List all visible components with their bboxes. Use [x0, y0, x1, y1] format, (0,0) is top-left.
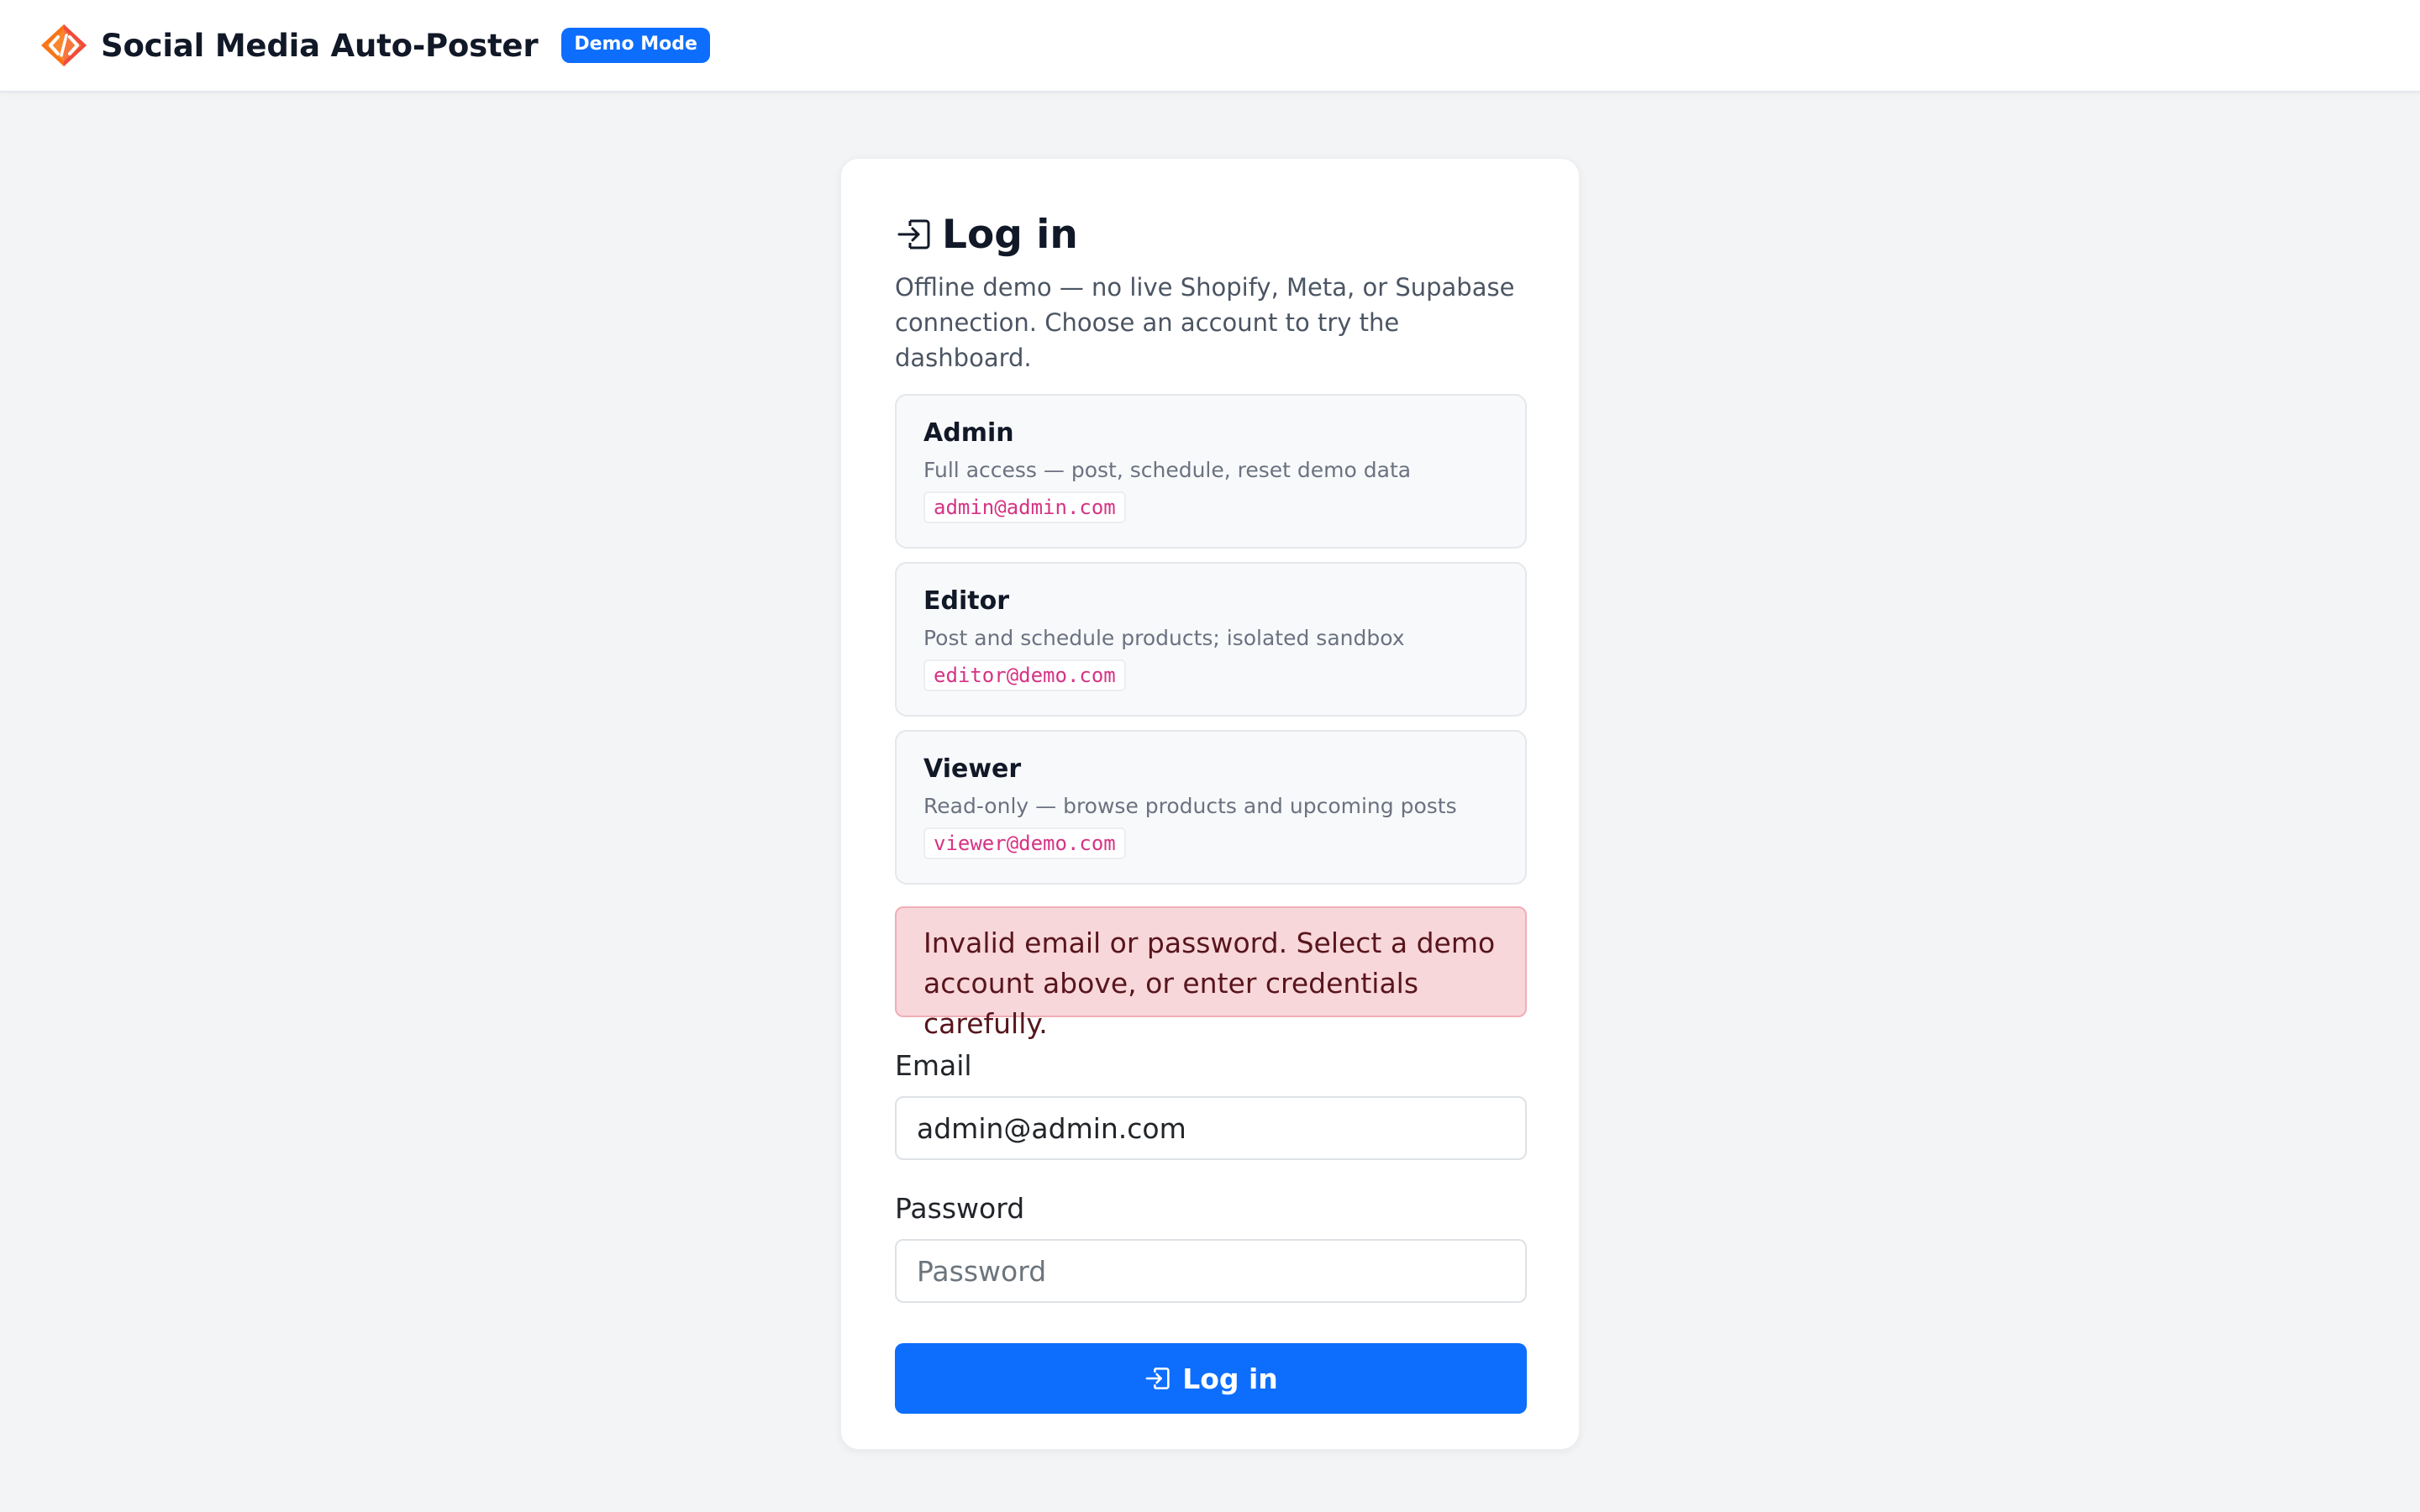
- account-name: Admin: [923, 418, 1014, 448]
- top-navbar: Social Media Auto-Poster Demo Mode: [0, 0, 2420, 92]
- demo-account-list: Admin Full access — post, schedule, rese…: [895, 394, 1527, 885]
- login-title-row: Log in: [895, 211, 1527, 258]
- account-name: Viewer: [923, 754, 1022, 784]
- login-icon: [895, 215, 934, 254]
- login-icon: [1144, 1364, 1172, 1393]
- password-label: Password: [895, 1192, 1025, 1225]
- account-email: viewer@demo.com: [923, 827, 1126, 859]
- account-description: Full access — post, schedule, reset demo…: [923, 458, 1412, 482]
- login-button-label: Log in: [1182, 1362, 1278, 1395]
- login-card-body: Log in Offline demo — no live Shopify, M…: [895, 211, 1527, 1414]
- email-label: Email: [895, 1049, 972, 1082]
- account-name: Editor: [923, 586, 1009, 616]
- login-card: Log in Offline demo — no live Shopify, M…: [840, 158, 1580, 1450]
- error-alert: Invalid email or password. Select a demo…: [895, 906, 1527, 1040]
- page-title: Log in: [942, 211, 1078, 258]
- email-field[interactable]: [895, 1096, 1527, 1160]
- code-diamond-logo-icon[interactable]: [39, 23, 89, 68]
- login-subtitle: Offline demo — no live Shopify, Meta, or…: [895, 273, 1515, 372]
- demo-account-admin[interactable]: Admin Full access — post, schedule, rese…: [895, 394, 1527, 549]
- demo-account-viewer[interactable]: Viewer Read-only — browse products and u…: [895, 730, 1527, 885]
- demo-mode-badge: Demo Mode: [561, 28, 710, 63]
- account-description: Post and schedule products; isolated san…: [923, 626, 1405, 650]
- brand-name[interactable]: Social Media Auto-Poster: [101, 28, 539, 64]
- login-button[interactable]: Log in: [895, 1343, 1527, 1414]
- account-description: Read-only — browse products and upcoming…: [923, 794, 1457, 818]
- account-email: editor@demo.com: [923, 659, 1126, 691]
- account-email: admin@admin.com: [923, 491, 1126, 523]
- password-field[interactable]: [895, 1239, 1527, 1303]
- demo-account-editor[interactable]: Editor Post and schedule products; isola…: [895, 562, 1527, 717]
